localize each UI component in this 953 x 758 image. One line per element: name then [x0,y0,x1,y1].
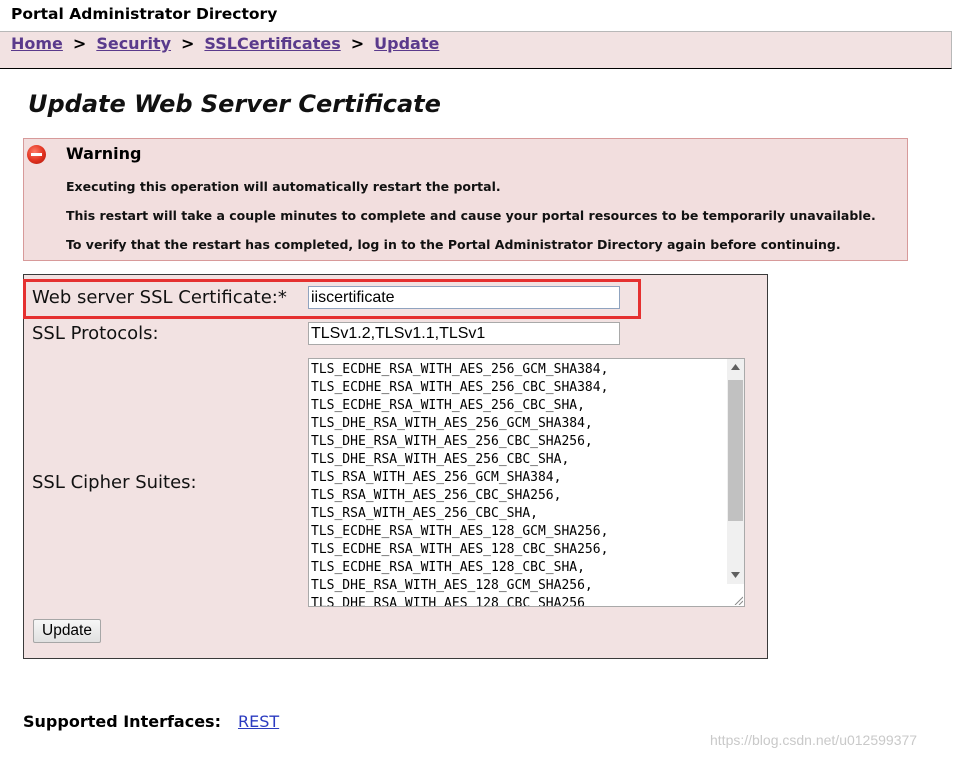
textarea-scrollbar[interactable] [727,359,744,584]
warning-line: Executing this operation will automatica… [66,179,501,194]
certificate-label-text: Web server SSL Certificate: [32,287,278,308]
breadcrumb-security-link[interactable]: Security [96,34,171,53]
supported-interfaces-label: Supported Interfaces: [23,712,221,731]
required-mark: * [277,287,287,308]
breadcrumb-separator: > [350,34,365,53]
app-title: Portal Administrator Directory [11,5,278,23]
update-button[interactable]: Update [33,619,101,643]
minus-circle-icon [27,145,46,164]
rest-link[interactable]: REST [238,712,279,731]
breadcrumb: Home > Security > SSLCertificates > Update [11,33,439,55]
breadcrumb-bar: Home > Security > SSLCertificates > Update [0,31,952,69]
resize-grip-icon [734,596,743,605]
scroll-up-button[interactable] [727,359,744,376]
warning-box: Warning Executing this operation will au… [23,138,908,261]
certificate-label: Web server SSL Certificate:* [32,287,287,309]
scroll-thumb[interactable] [728,380,743,521]
warning-line: This restart will take a couple minutes … [66,208,876,223]
supported-interfaces: Supported Interfaces: REST [23,711,279,733]
breadcrumb-separator: > [181,34,195,53]
watermark: https://blog.csdn.net/u012599377 [710,732,918,748]
page-title: Update Web Server Certificate [28,90,441,118]
cipher-suites-textarea[interactable]: TLS_ECDHE_RSA_WITH_AES_256_GCM_SHA384, T… [309,359,727,606]
certificate-form: Web server SSL Certificate:* SSL Protoco… [23,274,768,659]
cipher-suites-field: TLS_ECDHE_RSA_WITH_AES_256_GCM_SHA384, T… [308,358,745,607]
breadcrumb-separator: > [72,34,87,53]
breadcrumb-home-link[interactable]: Home [11,34,63,53]
scroll-down-button[interactable] [727,567,744,584]
breadcrumb-update-link[interactable]: Update [374,34,439,53]
chevron-up-icon [731,364,740,370]
protocols-input[interactable] [308,322,620,345]
breadcrumb-sslcertificates-link[interactable]: SSLCertificates [204,34,340,53]
warning-line: To verify that the restart has completed… [66,237,841,252]
protocols-label: SSL Protocols: [32,323,159,344]
resize-grip[interactable] [727,584,744,606]
warning-heading: Warning [66,144,142,163]
chevron-down-icon [731,572,740,578]
certificate-input[interactable] [308,286,620,309]
cipher-suites-label: SSL Cipher Suites: [32,472,197,493]
